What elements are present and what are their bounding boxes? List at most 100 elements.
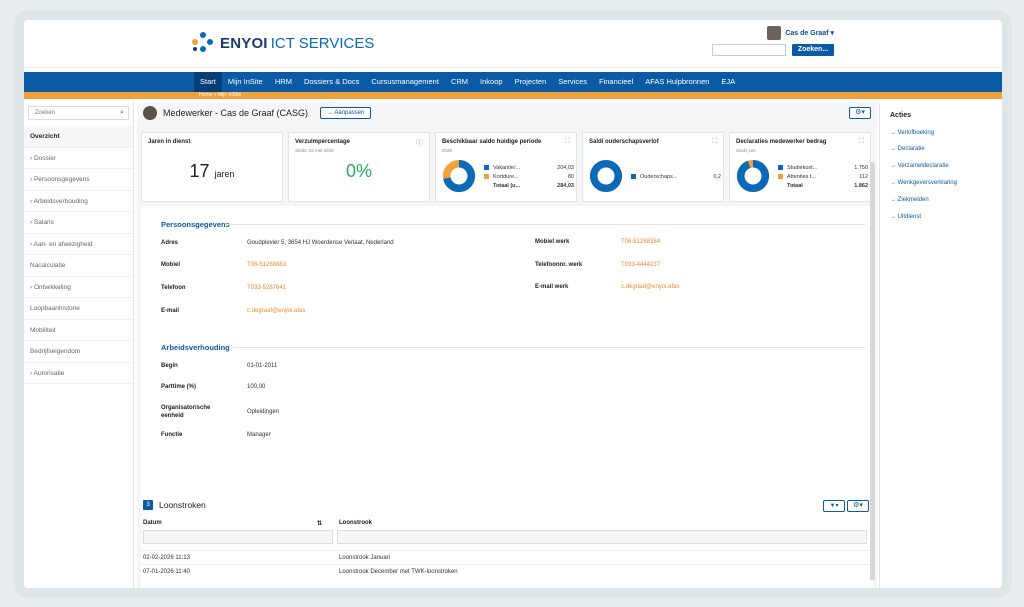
breadcrumb[interactable]: Home » Mijn InSite [199, 92, 241, 99]
table-row[interactable]: 07-01-2026 11:40 Loonstrook December met… [141, 564, 873, 578]
nav-item-mijn-insite[interactable]: Mijn InSite [222, 72, 269, 92]
legend-total-value: 284,03 [557, 182, 574, 189]
adjust-button[interactable]: → Aanpassen [320, 107, 372, 119]
column-header-datum[interactable]: Datum [143, 520, 162, 526]
company-logo[interactable]: ENYOI ICT SERVICES [192, 32, 374, 54]
tile-title: Verzuimpercentage [295, 139, 351, 145]
tile-available-balance[interactable]: Beschikbaar saldo huidige periode 2026 ⛶… [435, 132, 577, 202]
field-link-email[interactable]: c.degraaf@enyoi.afas [247, 308, 305, 314]
tile-years-employed[interactable]: Jaren in dienst 17 jaren [141, 132, 283, 202]
sort-icon[interactable]: ⇅ [317, 520, 322, 527]
user-area: Cas de Graaf ▾ Zoeken... [712, 26, 834, 56]
logo-dots-icon [192, 32, 214, 54]
nav-item-hrm[interactable]: HRM [269, 72, 298, 92]
legend-total-label: Totaal (u... [493, 182, 521, 189]
action-werkgeversverklaring[interactable]: → Wenkgeversverklaring [890, 180, 957, 186]
info-icon[interactable]: ⓘ [416, 138, 423, 148]
sidebar-item-overzicht[interactable]: Overzicht [24, 126, 133, 148]
sidebar-item-aan-afwezigheid[interactable]: › Aan- en afwezigheid [24, 234, 133, 255]
sidebar-item-autorisatie[interactable]: › Autorisatie [24, 363, 133, 384]
sidebar-item-bedrijfseigendom[interactable]: Bedrijfseigendom [24, 341, 133, 363]
years-unit: jaren [214, 169, 235, 179]
loonstrook-filter-input[interactable] [337, 530, 867, 544]
field-link-email-werk[interactable]: c.degraaf@enyoi.afas [621, 284, 679, 290]
field-label-email: E-mail [161, 308, 180, 314]
scrollbar[interactable] [870, 162, 875, 580]
action-verzameldeclaratie[interactable]: → Verzameldeclaratie [890, 163, 949, 169]
nav-item-cursusmanagement[interactable]: Cursusmanagement [365, 72, 445, 92]
divider [233, 347, 865, 348]
nav-item-financieel[interactable]: Financieel [593, 72, 639, 92]
column-header-loonstrook[interactable]: Loonstrook [339, 520, 372, 526]
field-label-adres: Adres [161, 240, 179, 246]
search-icon[interactable]: ⌕ [120, 107, 124, 119]
main-content: Medewerker - Cas de Graaf (CASG) → Aanpa… [137, 102, 877, 588]
avatar [767, 26, 782, 40]
field-label-telefoon-werk: Telefoonnr. werk [535, 262, 583, 268]
field-link-telefoon[interactable]: T033-5287641 [247, 285, 286, 291]
row-datum: 02-02-2026 11:13 [143, 555, 190, 561]
nav-item-eja[interactable]: EJA [715, 72, 741, 92]
table-row[interactable]: 02-02-2026 11:13 Loonstrook Januari [141, 550, 873, 564]
tile-title: Jaren in dienst [148, 139, 191, 145]
action-declaratie[interactable]: → Declaratie [890, 146, 925, 152]
sidebar-search-input[interactable]: Zoeken ⌕ [28, 106, 129, 120]
tile-subtitle: Sinds: 22 mei 2025 [295, 148, 334, 153]
expand-icon[interactable]: ⛶ [712, 138, 717, 146]
sidebar-item-dossier[interactable]: › Dossier [24, 148, 133, 169]
field-value-begin: 01-01-2011 [247, 363, 278, 369]
nav-item-crm[interactable]: CRM [445, 72, 474, 92]
legend-label: Vakantie/... [493, 164, 521, 171]
search-button[interactable]: Zoeken... [792, 44, 834, 56]
field-label-org: Organisatorische eenheid [161, 405, 211, 419]
global-search-input[interactable] [712, 44, 786, 56]
action-verlofboeking[interactable]: → Verlofboeking [890, 130, 934, 136]
action-ziekmelden[interactable]: → Ziekmelden [890, 197, 929, 203]
action-uitdienst[interactable]: → Uitdienst [890, 214, 921, 220]
legend-value: 112 [859, 173, 868, 180]
field-value-parttime: 100,00 [247, 384, 266, 390]
field-link-telefoon-werk[interactable]: T033-4444237 [621, 262, 660, 268]
legend-swatch [484, 174, 489, 179]
sidebar-item-mobiliteit[interactable]: Mobiliteit [24, 320, 133, 341]
tile-expense-claims[interactable]: Declaraties medewerker bedrag Sinds juni… [729, 132, 871, 202]
sidebar-item-loopbaanhistorie[interactable]: Loopbaanhistorie [24, 298, 133, 320]
nav-item-afas-hulpbronnen[interactable]: AFAS Hulpbronnen [639, 72, 715, 92]
field-link-mobiel-werk[interactable]: T06-51268384 [621, 239, 660, 245]
field-label-mobiel: Mobiel [161, 262, 180, 268]
user-menu[interactable]: Cas de Graaf ▾ [712, 26, 834, 40]
tile-parental-leave[interactable]: Saldi ouderschapsverlof ⛶ Ouderschaps...… [582, 132, 724, 202]
legend-total-label: Totaal [787, 182, 803, 189]
nav-item-start[interactable]: Start [194, 72, 222, 92]
nav-item-inkoop[interactable]: Inkoop [474, 72, 509, 92]
sidebar-item-arbeidsverhouding[interactable]: › Arbeidsverhouding [24, 191, 133, 212]
payslips-title: Loonstroken [159, 500, 206, 510]
legend-swatch [778, 174, 783, 179]
nav-item-services[interactable]: Services [552, 72, 593, 92]
tile-absence-percentage[interactable]: Verzuimpercentage Sinds: 22 mei 2025 ⓘ 0… [288, 132, 430, 202]
legend-swatch [778, 165, 783, 170]
actions-title: Acties [890, 112, 912, 119]
sidebar-item-ontwikkeling[interactable]: › Ontwikkeling [24, 277, 133, 298]
legend-label: Kortdure... [493, 173, 519, 180]
settings-gear-button[interactable]: ⚙▾ [849, 107, 871, 119]
row-loonstrook[interactable]: Loonstrook December met TWK-loonstroken [339, 569, 458, 575]
legend-value: 80 [567, 173, 574, 180]
nav-item-projecten[interactable]: Projecten [509, 72, 553, 92]
legend-label: Ouderschaps... [640, 173, 678, 180]
expand-icon[interactable]: ⛶ [565, 138, 570, 146]
payslips-settings-button[interactable]: ⚙▾ [847, 500, 869, 512]
sidebar-item-salaris[interactable]: › Salaris [24, 212, 133, 234]
datum-filter-input[interactable] [143, 530, 333, 544]
sidebar-item-persoonsgegevens[interactable]: › Persoonsgegevens [24, 169, 133, 191]
tile-title: Saldi ouderschapsverlof [589, 139, 659, 145]
field-link-mobiel[interactable]: T06-51268883 [247, 262, 286, 268]
accent-bar [24, 92, 1002, 99]
balance-donut-chart [442, 159, 476, 193]
nav-item-dossiers[interactable]: Dossiers & Docs [298, 72, 365, 92]
expand-icon[interactable]: ⛶ [859, 138, 864, 146]
filter-button[interactable]: ▼▾ [823, 500, 845, 512]
row-loonstrook[interactable]: Loonstrook Januari [339, 555, 390, 561]
expense-donut-chart [736, 159, 770, 193]
sidebar-item-nacalculatie[interactable]: Nacalculatie [24, 255, 133, 277]
